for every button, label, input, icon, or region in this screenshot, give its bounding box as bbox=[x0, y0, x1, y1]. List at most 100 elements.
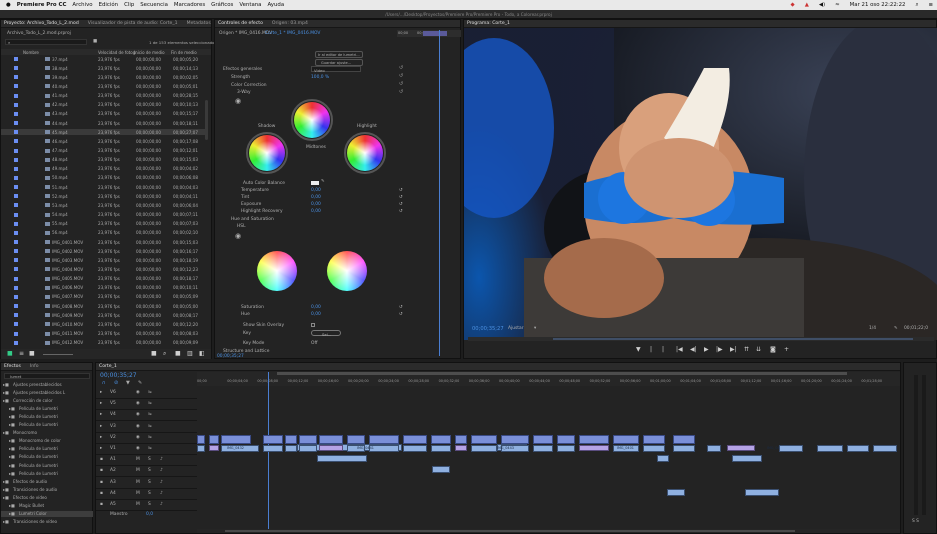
search-icon[interactable]: ⌕ bbox=[915, 2, 918, 9]
snap-icon[interactable]: ∩ bbox=[102, 380, 106, 386]
work-area-bar[interactable] bbox=[277, 372, 847, 375]
audio-clip[interactable] bbox=[579, 434, 609, 444]
video-clip[interactable] bbox=[319, 445, 343, 451]
video-clip[interactable] bbox=[533, 445, 553, 452]
video-clip[interactable] bbox=[817, 445, 843, 452]
col-media-start[interactable]: Inicio de medio bbox=[134, 50, 165, 55]
lock-icon[interactable]: ■ bbox=[7, 350, 13, 357]
video-clip[interactable] bbox=[263, 445, 283, 452]
menu-secuencia[interactable]: Secuencia bbox=[140, 2, 168, 8]
timeline-scrollbar[interactable] bbox=[197, 529, 900, 533]
param-value[interactable]: 0,00 bbox=[311, 305, 321, 310]
button-editor-icon[interactable]: + bbox=[784, 346, 789, 353]
list-item[interactable]: IMG_0406.MOV 23,976 fps 00;00;00;00 00;00;1… bbox=[1, 285, 206, 291]
clock-text[interactable]: Mar 21 oso 22:22:22 bbox=[850, 2, 906, 8]
list-item[interactable]: 42.mp4 23,976 fps 00;00;00;00 00;00;10;13 bbox=[1, 102, 206, 108]
shadow-wheel[interactable] bbox=[246, 132, 288, 174]
apple-icon[interactable]: ● bbox=[6, 2, 11, 8]
settings-icon[interactable]: ◧ bbox=[199, 350, 205, 357]
tab-info[interactable]: Info bbox=[30, 364, 39, 369]
mute-icon[interactable]: M bbox=[136, 468, 140, 473]
program-timecode[interactable]: 00;00;35;27 bbox=[472, 326, 504, 332]
video-clip[interactable] bbox=[745, 488, 779, 496]
wifi-icon[interactable]: ≈ bbox=[835, 2, 840, 8]
track-header[interactable]: ▪ A5 M S ♪ bbox=[96, 500, 197, 511]
audio-clip[interactable] bbox=[533, 434, 553, 444]
track-name[interactable]: A2 bbox=[110, 468, 116, 473]
solo-icon[interactable]: S S bbox=[912, 519, 919, 524]
effects-tree-item[interactable]: ▸■ Efectos de audio bbox=[1, 478, 93, 484]
effects-tree-item[interactable]: ▸■ Lumetri Color bbox=[1, 510, 93, 517]
audio-clip[interactable] bbox=[263, 434, 283, 444]
mini-playhead[interactable] bbox=[439, 30, 440, 356]
audio-clip[interactable] bbox=[643, 434, 665, 444]
eye-icon[interactable]: ◉ bbox=[136, 390, 140, 395]
menu-edicion[interactable]: Edición bbox=[99, 2, 119, 8]
time-ruler[interactable]: 00;0000;00;04;0000;00;08;0000;00;12;0000… bbox=[197, 372, 900, 386]
extract-icon[interactable]: ⇊ bbox=[756, 346, 761, 353]
sync-icon[interactable]: ⇋ bbox=[148, 412, 152, 417]
track-header[interactable]: ▸ V6 ◉ ⇋ bbox=[96, 388, 197, 399]
list-item[interactable]: 51.mp4 23,976 fps 00;00;00;00 00;00;04;03 bbox=[1, 184, 206, 190]
toggle-lock-icon[interactable]: ▸ bbox=[100, 412, 102, 417]
video-frame[interactable] bbox=[464, 28, 937, 340]
param-value[interactable]: 0,00 bbox=[311, 195, 321, 200]
mute-icon[interactable]: M bbox=[136, 457, 140, 462]
param-value[interactable]: 0,00 bbox=[311, 209, 321, 214]
overlay-checkbox[interactable] bbox=[311, 323, 315, 327]
effects-tree-item[interactable]: ▸■ Monocromo de color bbox=[1, 438, 93, 444]
playhead-bar[interactable] bbox=[468, 337, 934, 341]
list-item[interactable]: 40.mp4 23,976 fps 00;00;00;00 00;00;05;01 bbox=[1, 83, 206, 89]
volume-icon[interactable]: ◀) bbox=[819, 2, 825, 8]
audio-clip[interactable] bbox=[455, 434, 467, 444]
zoom-bar[interactable] bbox=[553, 338, 913, 340]
eyedropper-icon[interactable]: ◉ bbox=[235, 232, 241, 240]
menu-archivo[interactable]: Archivo bbox=[72, 2, 92, 8]
reset-icon[interactable]: ↺ bbox=[399, 72, 407, 80]
list-item[interactable]: 46.mp4 23,976 fps 00;00;00;00 00;00;17;08 bbox=[1, 138, 206, 144]
list-item[interactable]: IMG_0408.MOV 23,976 fps 00;00;00;00 00;00;0… bbox=[1, 303, 206, 309]
track-name[interactable]: V4 bbox=[110, 412, 116, 417]
track-header[interactable]: ▸ V1 ◉ ⇋ bbox=[96, 444, 197, 455]
list-item[interactable]: IMG_0407.MOV 23,976 fps 00;00;00;00 00;00;0… bbox=[1, 294, 206, 300]
menu-clip[interactable]: Clip bbox=[124, 2, 134, 8]
go-to-out-icon[interactable]: ▶| bbox=[730, 346, 737, 353]
video-clip[interactable] bbox=[579, 445, 609, 451]
effects-tree-item[interactable]: ▸■ Película de Lumetri bbox=[1, 470, 93, 476]
mic-icon[interactable]: ♪ bbox=[160, 480, 163, 485]
track-header[interactable]: ▸ V2 ◉ ⇋ bbox=[96, 433, 197, 444]
track-header[interactable]: ▪ A2 M S ♪ bbox=[96, 466, 197, 478]
track-header[interactable]: ▸ V5 ◉ ⇋ bbox=[96, 399, 197, 411]
list-item[interactable]: IMG_0401.MOV 23,976 fps 00;00;00;00 00;00;1… bbox=[1, 239, 206, 245]
go-to-in-icon[interactable]: |◀ bbox=[676, 346, 683, 353]
video-clip[interactable] bbox=[431, 445, 451, 452]
tab-program[interactable]: Programa: Corte_1 bbox=[467, 21, 510, 26]
marker-icon[interactable]: ▼ bbox=[126, 380, 130, 386]
list-view-icon[interactable]: ≡ bbox=[19, 350, 24, 357]
video-clip[interactable] bbox=[657, 455, 669, 463]
key-mode-value[interactable]: Off bbox=[311, 341, 317, 346]
mic-icon[interactable]: ♪ bbox=[160, 491, 163, 496]
effects-timecode[interactable]: 00;00;35;27 bbox=[217, 354, 244, 359]
midtone-wheel[interactable] bbox=[291, 99, 333, 141]
tab-source[interactable]: Origen: 03.mp4 bbox=[272, 21, 308, 26]
video-clip[interactable] bbox=[209, 445, 219, 451]
video-clip[interactable] bbox=[673, 445, 695, 452]
tab-effects[interactable]: Efectos bbox=[4, 364, 21, 369]
search-icon[interactable]: ⌕ bbox=[163, 350, 166, 358]
solo-icon[interactable]: S bbox=[148, 468, 151, 473]
eye-icon[interactable]: ◉ bbox=[136, 424, 140, 429]
track-header[interactable]: ▪ A3 M S ♪ bbox=[96, 478, 197, 489]
track-name[interactable]: V5 bbox=[110, 401, 116, 406]
track-name[interactable]: V6 bbox=[110, 390, 116, 395]
sync-icon[interactable]: ⇋ bbox=[148, 424, 152, 429]
col-framerate[interactable]: Velocidad de fotogr. bbox=[98, 50, 138, 55]
solo-icon[interactable]: S bbox=[148, 457, 151, 462]
toggle-lock-icon[interactable]: ▪ bbox=[100, 468, 103, 473]
trash-icon[interactable]: ▥ bbox=[187, 350, 193, 357]
list-item[interactable]: IMG_0412.MOV 23,976 fps 00;00;00;00 00;00;0… bbox=[1, 340, 206, 346]
video-clip[interactable] bbox=[299, 445, 317, 452]
video-clip[interactable] bbox=[557, 445, 575, 452]
list-item[interactable]: 56.mp4 23,976 fps 00;00;00;00 00;00;02;10 bbox=[1, 230, 206, 236]
video-clip[interactable] bbox=[873, 445, 897, 452]
